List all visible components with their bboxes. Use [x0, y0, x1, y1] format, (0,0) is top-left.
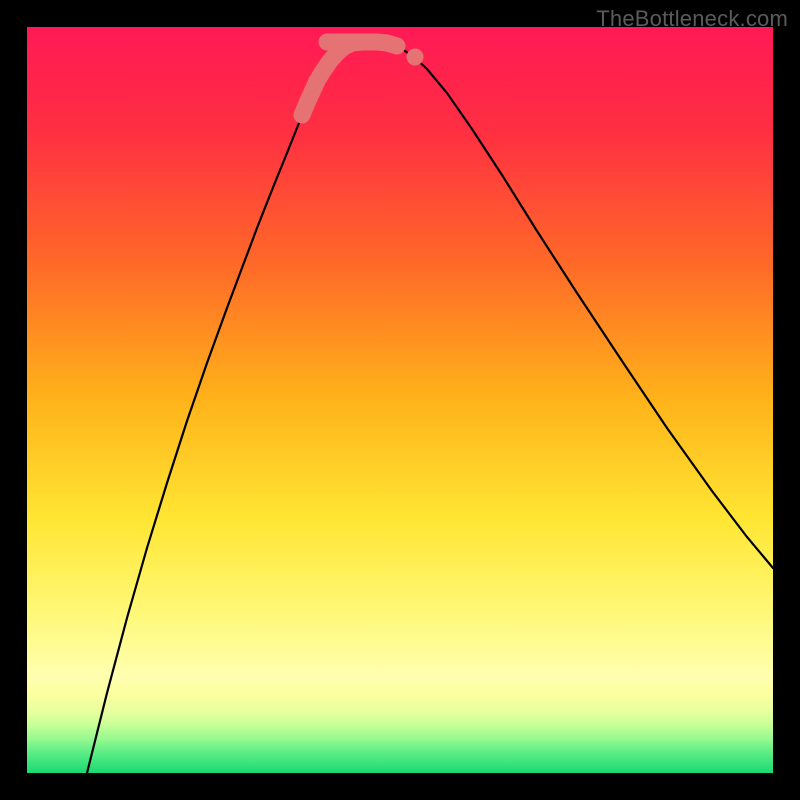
left-highlight [302, 42, 362, 115]
right-curve [372, 42, 773, 568]
plot-area [27, 27, 773, 773]
chart-svg [27, 27, 773, 773]
bottom-highlight [327, 42, 397, 46]
right-highlight-dot [407, 49, 424, 66]
watermark-text: TheBottleneck.com [596, 6, 788, 32]
left-curve [87, 42, 362, 773]
